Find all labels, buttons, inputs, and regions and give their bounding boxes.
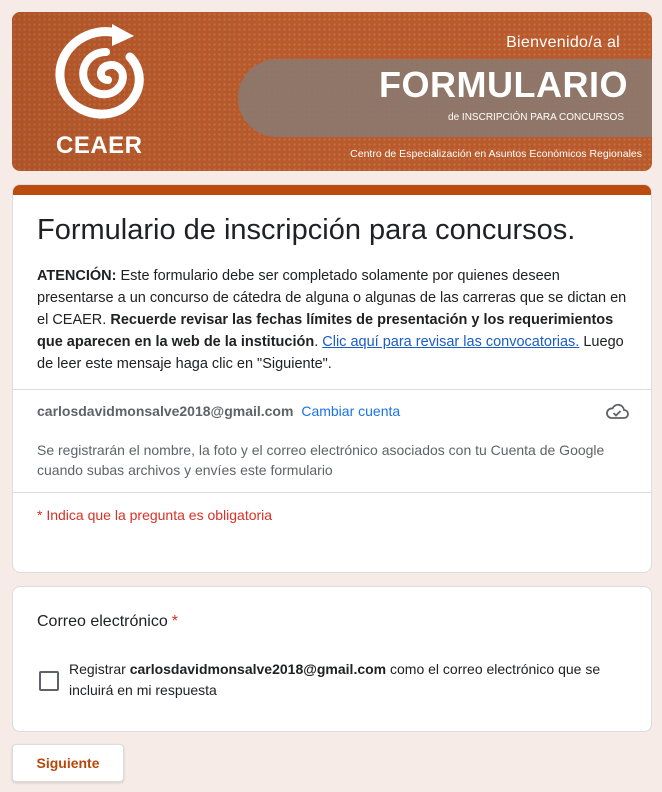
next-button[interactable]: Siguiente <box>12 744 124 782</box>
privacy-notice: Se registrarán el nombre, la foto y el c… <box>37 442 605 478</box>
label-email: carlosdavidmonsalve2018@gmail.com <box>129 661 387 677</box>
logo-wordmark: CEAER <box>56 132 143 159</box>
account-row: carlosdavidmonsalve2018@gmail.com Cambia… <box>13 390 651 432</box>
form-description: ATENCIÓN: Este formulario debe ser compl… <box>37 265 627 375</box>
spiral-logo-icon <box>55 24 144 119</box>
cloud-check-icon <box>606 403 629 419</box>
account-email: carlosdavidmonsalve2018@gmail.com <box>37 403 294 419</box>
form-title: Formulario de inscripción para concursos… <box>37 214 576 246</box>
required-asterisk: * <box>171 613 178 630</box>
convocatorias-link[interactable]: Clic aquí para revisar las convocatorias… <box>322 334 579 350</box>
accent-bar <box>13 185 651 195</box>
institution-name: Centro de Especialización en Asuntos Eco… <box>350 148 642 160</box>
banner-subtitle: de INSCRIPCIÓN PARA CONCURSOS <box>448 112 624 123</box>
switch-account-link[interactable]: Cambiar cuenta <box>301 403 400 419</box>
banner-title: FORMULARIO <box>379 64 628 105</box>
record-email-checkbox[interactable] <box>39 671 59 691</box>
email-question-card: Correo electrónico * Registrar carlosdavi… <box>12 586 652 732</box>
label-prefix: Registrar <box>69 661 130 677</box>
header-banner: CEAER Bienvenido/a al FORMULARIO de INSC… <box>12 12 652 171</box>
form-header-card: Formulario de inscripción para concursos… <box>12 184 652 573</box>
welcome-text: Bienvenido/a al <box>506 34 620 51</box>
question-title: Correo electrónico * <box>37 613 178 631</box>
question-title-text: Correo electrónico <box>37 613 168 630</box>
required-note: * Indica que la pregunta es obligatoria <box>37 507 273 523</box>
attention-label: ATENCIÓN: <box>37 268 117 284</box>
checkbox-label[interactable]: Registrar carlosdavidmonsalve2018@gmail.… <box>69 659 629 701</box>
